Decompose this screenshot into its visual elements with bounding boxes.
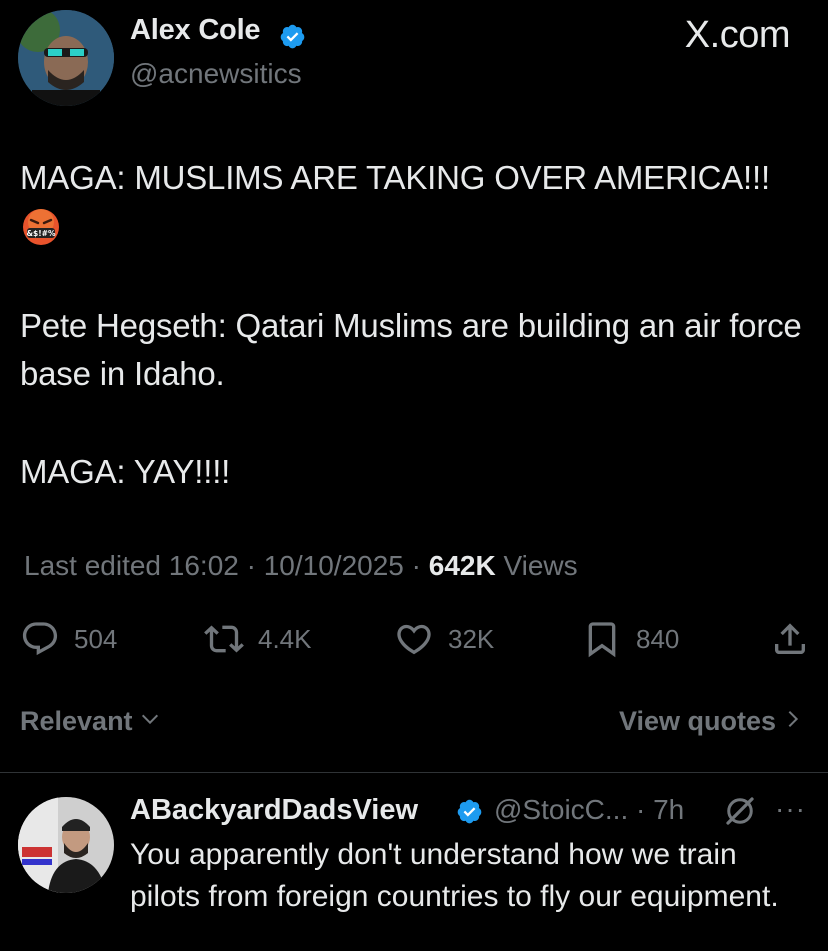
views-label: Views — [503, 550, 578, 581]
brand-watermark: X.com — [684, 14, 791, 56]
reply-handle-time[interactable]: @StoicC... · 7h — [494, 794, 684, 826]
more-options-button[interactable]: ··· — [775, 793, 806, 825]
post-text-line1: MAGA: MUSLIMS ARE TAKING OVER AMERICA!!! — [20, 159, 770, 196]
author-handle[interactable]: @acnewsitics — [130, 58, 302, 90]
meta-separator: · — [411, 550, 421, 581]
edited-timestamp[interactable]: Last edited 16:02 · 10/10/2025 — [24, 550, 404, 581]
post-text-para2: Pete Hegseth: Qatari Muslims are buildin… — [20, 307, 802, 392]
view-quotes-link[interactable]: View quotes — [619, 706, 804, 737]
repost-count: 4.4K — [258, 623, 312, 654]
bookmark-icon — [582, 619, 622, 659]
repost-button[interactable]: 4.4K — [204, 616, 312, 662]
chevron-down-icon — [139, 706, 161, 737]
bookmark-count: 840 — [636, 623, 680, 654]
bookmark-button[interactable]: 840 — [582, 616, 679, 662]
verified-badge-icon — [456, 798, 483, 825]
angry-emoji-icon: &$!#% — [22, 208, 60, 246]
view-quotes-label: View quotes — [618, 706, 776, 736]
emoji-symbols: &$!#% — [27, 229, 56, 238]
verified-badge-icon — [279, 23, 306, 50]
author-name[interactable]: Alex Cole — [130, 14, 261, 47]
sort-relevant-dropdown[interactable]: Relevant — [20, 706, 161, 737]
share-icon — [770, 619, 810, 659]
reply-button[interactable]: 504 — [20, 616, 117, 662]
reply-count: 504 — [74, 623, 118, 654]
chevron-right-icon — [782, 706, 804, 737]
post-text-para3: MAGA: YAY!!!! — [20, 453, 231, 490]
reply-author-avatar[interactable] — [18, 797, 114, 893]
like-icon — [394, 619, 434, 659]
reply-text: You apparently don't understand how we t… — [130, 838, 779, 913]
repost-icon — [204, 619, 244, 659]
like-count: 32K — [448, 623, 495, 654]
author-avatar[interactable] — [18, 10, 114, 106]
share-button[interactable] — [770, 616, 810, 662]
grok-icon[interactable] — [722, 793, 758, 829]
sort-label: Relevant — [20, 706, 133, 736]
reply-icon — [20, 619, 60, 659]
views-count: 642K — [428, 550, 496, 581]
like-button[interactable]: 32K — [394, 616, 494, 662]
post-meta: Last edited 16:02 · 10/10/2025 · 642K Vi… — [24, 550, 578, 582]
divider — [0, 772, 828, 773]
reply-author-name[interactable]: ABackyardDadsView — [130, 794, 418, 827]
